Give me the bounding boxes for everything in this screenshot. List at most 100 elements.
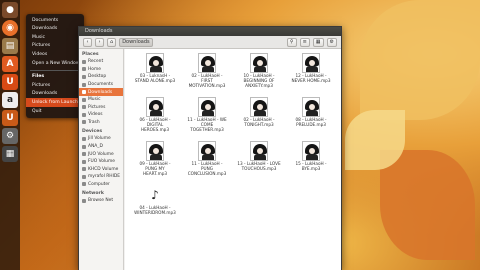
file-item[interactable]: 09 - LukHaoH - PUNG MY HEART.mp3 xyxy=(133,141,177,176)
file-name: 12 - LukHaoH - NEVER HOME.mp3 xyxy=(291,73,331,83)
folder-icon xyxy=(82,159,86,164)
file-item[interactable]: 02 - LukHaoH - TONIGHT.mp3 xyxy=(237,97,281,128)
search-icon[interactable]: ⚲ xyxy=(286,37,297,47)
folder-icon xyxy=(82,152,86,157)
window-title[interactable]: Downloads xyxy=(79,27,341,36)
list-view-icon[interactable]: ≡ xyxy=(299,37,310,47)
sidebar-item-documents[interactable]: Documents xyxy=(79,81,123,89)
sidebar-item-myrafol-rhide[interactable]: myrafol RHIDE xyxy=(79,173,123,181)
album-art-thumbnail xyxy=(302,141,320,161)
quicklist-item-pictures[interactable]: Pictures xyxy=(26,42,84,51)
sidebar-item-label: Recent xyxy=(88,59,104,65)
audio-file-icon: ♪ xyxy=(151,188,159,202)
ubuntu-one-music-icon[interactable]: U xyxy=(2,110,18,126)
file-item[interactable]: ♪ 04 - LukHaoH - WINTERIDROM.mp3 xyxy=(133,185,177,216)
sidebar-item-trash[interactable]: Trash xyxy=(79,119,123,127)
quicklist-item-documents[interactable]: Documents xyxy=(26,16,84,25)
file-name: 06 - LukHaoH - DIGITAL HEROES.mp3 xyxy=(139,117,171,132)
file-name: 04 - LukHaoH - WINTERIDROM.mp3 xyxy=(134,205,176,215)
file-item[interactable]: 08 - LukHaoH - PRELUDE.mp3 xyxy=(289,97,333,128)
sidebar-item-label: Browse Net xyxy=(88,198,114,204)
sidebar-item-videos[interactable]: Videos xyxy=(79,111,123,119)
launcher: ● ◉ ▤ A U a U ⚙ ▦ xyxy=(0,0,20,270)
album-art-thumbnail xyxy=(302,53,320,73)
quicklist-item-downloads[interactable]: Downloads xyxy=(26,25,84,34)
folder-icon xyxy=(82,59,86,64)
files-icon[interactable]: ▤ xyxy=(2,38,18,54)
sidebar-item-juo-volume[interactable]: JUO Volume xyxy=(79,150,123,158)
sidebar-item-jill-volume[interactable]: Jill Volume xyxy=(79,135,123,143)
file-item[interactable]: 12 - LukHaoH - NEVER HOME.mp3 xyxy=(289,53,333,84)
firefox-icon[interactable]: ◉ xyxy=(2,20,18,36)
album-art-thumbnail xyxy=(198,141,216,161)
file-view: 03 - LuknasH - STAND ALONE.mp3 02 - LukHa… xyxy=(125,49,341,270)
path-button-downloads[interactable]: Downloads xyxy=(119,37,153,47)
file-item[interactable]: 11 - LukHaoH - PUNG CONCLUSION.mp3 xyxy=(185,141,229,176)
sidebar-item-khcd-volume[interactable]: KHCD Volume xyxy=(79,166,123,174)
sidebar-item-label: Music xyxy=(88,97,101,103)
sidebar-item-label: Trash xyxy=(88,119,100,125)
home-icon[interactable]: ⌂ xyxy=(107,37,117,47)
folder-icon xyxy=(82,167,86,172)
file-item[interactable]: 03 - LuknasH - STAND ALONE.mp3 xyxy=(133,53,177,84)
sidebar-item-label: Videos xyxy=(88,112,103,118)
quicklist-item-pictures[interactable]: Pictures xyxy=(26,81,84,90)
folder-icon xyxy=(82,136,86,141)
sidebar-item-music[interactable]: Music xyxy=(79,96,123,104)
file-item[interactable]: 02 - LukHaoH - FIRST MOTIVATION.mp3 xyxy=(185,53,229,88)
sidebar-item-desktop[interactable]: Desktop xyxy=(79,73,123,81)
back-icon[interactable]: ‹ xyxy=(83,37,92,47)
file-item[interactable]: 10 - LukHaoH - BEGINNING OF ANXIETY.mp3 xyxy=(237,53,281,88)
sidebar-item-label: Documents xyxy=(88,81,114,87)
folder-icon xyxy=(82,90,86,95)
album-art-thumbnail xyxy=(146,97,164,117)
sidebar-item-pictures[interactable]: Pictures xyxy=(79,103,123,111)
sidebar-item-downloads[interactable]: Downloads xyxy=(79,88,123,96)
file-item[interactable]: 15 - LukHaoH - BYE.mp3 xyxy=(289,141,333,172)
file-item[interactable]: 11 - LukHaoH - WE COME TOGETHER.mp3 xyxy=(185,97,229,132)
album-art-thumbnail xyxy=(250,97,268,117)
sidebar-item-recent[interactable]: Recent xyxy=(79,58,123,66)
software-center-icon[interactable]: A xyxy=(2,56,18,72)
file-name: 13 - LukHaoH - LOVE TOUCHOUS.mp3 xyxy=(237,161,281,171)
sidebar-item-label: Downloads xyxy=(88,89,113,95)
file-manager-window: Downloads ‹ › ⌂ Downloads ⚲ ≡ ▦ ⚙ Places… xyxy=(78,26,342,270)
quicklist-item-unlock-from-launcher[interactable]: Unlock from Launcher xyxy=(26,98,84,107)
sidebar-item-browse-net[interactable]: Browse Net xyxy=(79,197,123,205)
folder-icon xyxy=(82,144,86,149)
file-name: 11 - LukHaoH - PUNG CONCLUSION.mp3 xyxy=(187,161,227,176)
file-item[interactable]: 13 - LukHaoH - LOVE TOUCHOUS.mp3 xyxy=(237,141,281,172)
sidebar-item-label: KHCD Volume xyxy=(88,166,119,172)
settings-icon[interactable]: ⚙ xyxy=(2,128,18,144)
file-item[interactable]: 06 - LukHaoH - DIGITAL HEROES.mp3 xyxy=(133,97,177,132)
wallpaper-leaf xyxy=(345,110,405,170)
workspace-icon[interactable]: ▦ xyxy=(2,146,18,162)
dash-icon[interactable]: ● xyxy=(2,2,18,18)
folder-icon xyxy=(82,182,86,187)
grid-view-icon[interactable]: ▦ xyxy=(312,37,324,47)
sidebar-item-fuo-volume[interactable]: FUO Volume xyxy=(79,158,123,166)
file-name: 10 - LukHaoH - BEGINNING OF ANXIETY.mp3 xyxy=(243,73,275,88)
gear-icon[interactable]: ⚙ xyxy=(326,37,337,47)
sidebar-item-ana-d[interactable]: ANA_D xyxy=(79,143,123,151)
sidebar-item-label: FUO Volume xyxy=(88,159,115,165)
folder-icon xyxy=(82,112,86,117)
sidebar-item-computer[interactable]: Computer xyxy=(79,181,123,189)
file-name: 08 - LukHaoH - PRELUDE.mp3 xyxy=(295,117,327,127)
ubuntu-one-icon[interactable]: U xyxy=(2,74,18,90)
quicklist-item-open-a-new-window[interactable]: Open a New Window xyxy=(26,59,84,68)
file-name: 09 - LukHaoH - PUNG MY HEART.mp3 xyxy=(139,161,171,176)
quicklist-item-files[interactable]: Files xyxy=(26,73,84,82)
forward-icon[interactable]: › xyxy=(95,37,104,47)
quicklist-separator xyxy=(30,69,80,71)
file-name: 11 - LukHaoH - WE COME TOGETHER.mp3 xyxy=(187,117,227,132)
quicklist-item-quit[interactable]: Quit xyxy=(26,107,84,116)
amazon-icon[interactable]: a xyxy=(2,92,18,108)
file-name: 15 - LukHaoH - BYE.mp3 xyxy=(295,161,327,171)
quicklist-item-music[interactable]: Music xyxy=(26,33,84,42)
quicklist-item-downloads[interactable]: Downloads xyxy=(26,90,84,99)
sidebar-item-home[interactable]: Home xyxy=(79,66,123,74)
folder-icon xyxy=(82,120,86,125)
album-art-thumbnail xyxy=(250,53,268,73)
quicklist-item-videos[interactable]: Videos xyxy=(26,50,84,59)
